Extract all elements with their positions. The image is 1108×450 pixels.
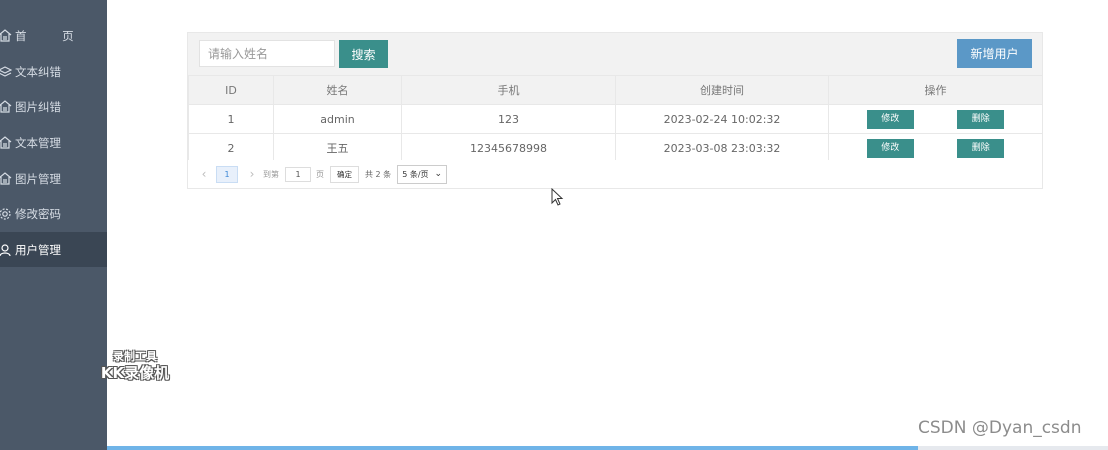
column-header-id[interactable]: ID <box>188 75 274 105</box>
page-number-current[interactable]: 1 <box>216 165 238 183</box>
prev-page-button[interactable]: ‹ <box>198 167 210 181</box>
cell-created: 2023-03-08 23:03:32 <box>615 133 829 163</box>
sidebar-item-change-password[interactable]: 修改密码 <box>0 196 107 231</box>
sidebar-item-text-correction[interactable]: 文本纠错 <box>0 54 107 89</box>
home-icon <box>0 99 12 113</box>
sidebar-item-label: 图片纠错 <box>15 99 61 114</box>
mouse-cursor-icon <box>551 188 564 206</box>
chevron-down-icon: ⌄ <box>434 169 443 179</box>
goto-label: 到第 <box>263 169 279 179</box>
cell-id: 2 <box>188 133 274 163</box>
sidebar-item-image-correction[interactable]: 图片纠错 <box>0 89 107 124</box>
sidebar-item-image-management[interactable]: 图片管理 <box>0 161 107 196</box>
user-icon <box>0 243 11 256</box>
edit-button[interactable]: 修改 <box>866 138 914 158</box>
goto-confirm-button[interactable]: 确定 <box>330 165 359 183</box>
column-header-name[interactable]: 姓名 <box>273 75 402 105</box>
next-page-button[interactable]: › <box>246 167 258 181</box>
table-header-row: ID 姓名 手机 创建时间 操作 <box>188 75 1043 105</box>
home-icon <box>0 171 12 185</box>
user-table: ID 姓名 手机 创建时间 操作 1 admin 123 2023-02-24 … <box>188 75 1043 163</box>
cell-name: 王五 <box>273 133 402 163</box>
column-header-created[interactable]: 创建时间 <box>615 75 829 105</box>
csdn-watermark: CSDN @Dyan_csdn <box>918 418 1082 438</box>
total-count: 共 2 条 <box>365 169 392 179</box>
cell-actions: 修改 删除 <box>828 133 1043 163</box>
search-input[interactable] <box>199 40 335 67</box>
column-header-actions: 操作 <box>828 75 1043 105</box>
sidebar-item-label: 图片管理 <box>15 171 61 186</box>
sidebar-item-label: 文本纠错 <box>15 64 61 79</box>
video-progress-bar[interactable] <box>107 446 1108 450</box>
search-button[interactable]: 搜索 <box>339 40 388 68</box>
pagination: ‹ 1 › 到第 页 确定 共 2 条 5 条/页 ⌄ <box>188 160 1042 188</box>
page-size-value: 5 条/页 <box>402 169 429 179</box>
add-user-button[interactable]: 新增用户 <box>957 39 1032 68</box>
layers-icon <box>0 65 12 77</box>
recorder-watermark: 录制工具 KK录像机 <box>90 350 180 383</box>
cell-actions: 修改 删除 <box>828 104 1043 134</box>
home-icon <box>0 135 12 149</box>
sidebar-item-label: 修改密码 <box>15 206 61 221</box>
delete-button[interactable]: 删除 <box>957 109 1005 129</box>
delete-button[interactable]: 删除 <box>957 138 1005 158</box>
page-unit-label: 页 <box>316 169 324 179</box>
cell-created: 2023-02-24 10:02:32 <box>615 104 829 134</box>
sidebar-item-label: 文本管理 <box>15 135 61 150</box>
table-row: 2 王五 12345678998 2023-03-08 23:03:32 修改 … <box>188 133 1043 163</box>
goto-page-input[interactable] <box>285 166 311 182</box>
cell-phone: 123 <box>401 104 616 134</box>
cell-name: admin <box>273 104 402 134</box>
video-progress-fill <box>107 446 918 450</box>
table-row: 1 admin 123 2023-02-24 10:02:32 修改 删除 <box>188 104 1043 134</box>
recorder-watermark-line2: KK录像机 <box>100 364 170 382</box>
cell-id: 1 <box>188 104 274 134</box>
edit-button[interactable]: 修改 <box>866 109 914 129</box>
recorder-watermark-line1: 录制工具 <box>113 350 157 363</box>
sidebar-item-text-management[interactable]: 文本管理 <box>0 125 107 160</box>
gear-icon <box>0 207 11 220</box>
sidebar-item-label: 首 页 <box>15 28 90 43</box>
page-size-select[interactable]: 5 条/页 ⌄ <box>397 164 448 184</box>
cell-phone: 12345678998 <box>401 133 616 163</box>
sidebar-item-user-management[interactable]: 用户管理 <box>0 232 107 267</box>
home-icon <box>0 28 12 42</box>
sidebar-item-label: 用户管理 <box>15 242 61 257</box>
column-header-phone[interactable]: 手机 <box>401 75 616 105</box>
sidebar-item-home[interactable]: 首 页 <box>0 18 107 53</box>
